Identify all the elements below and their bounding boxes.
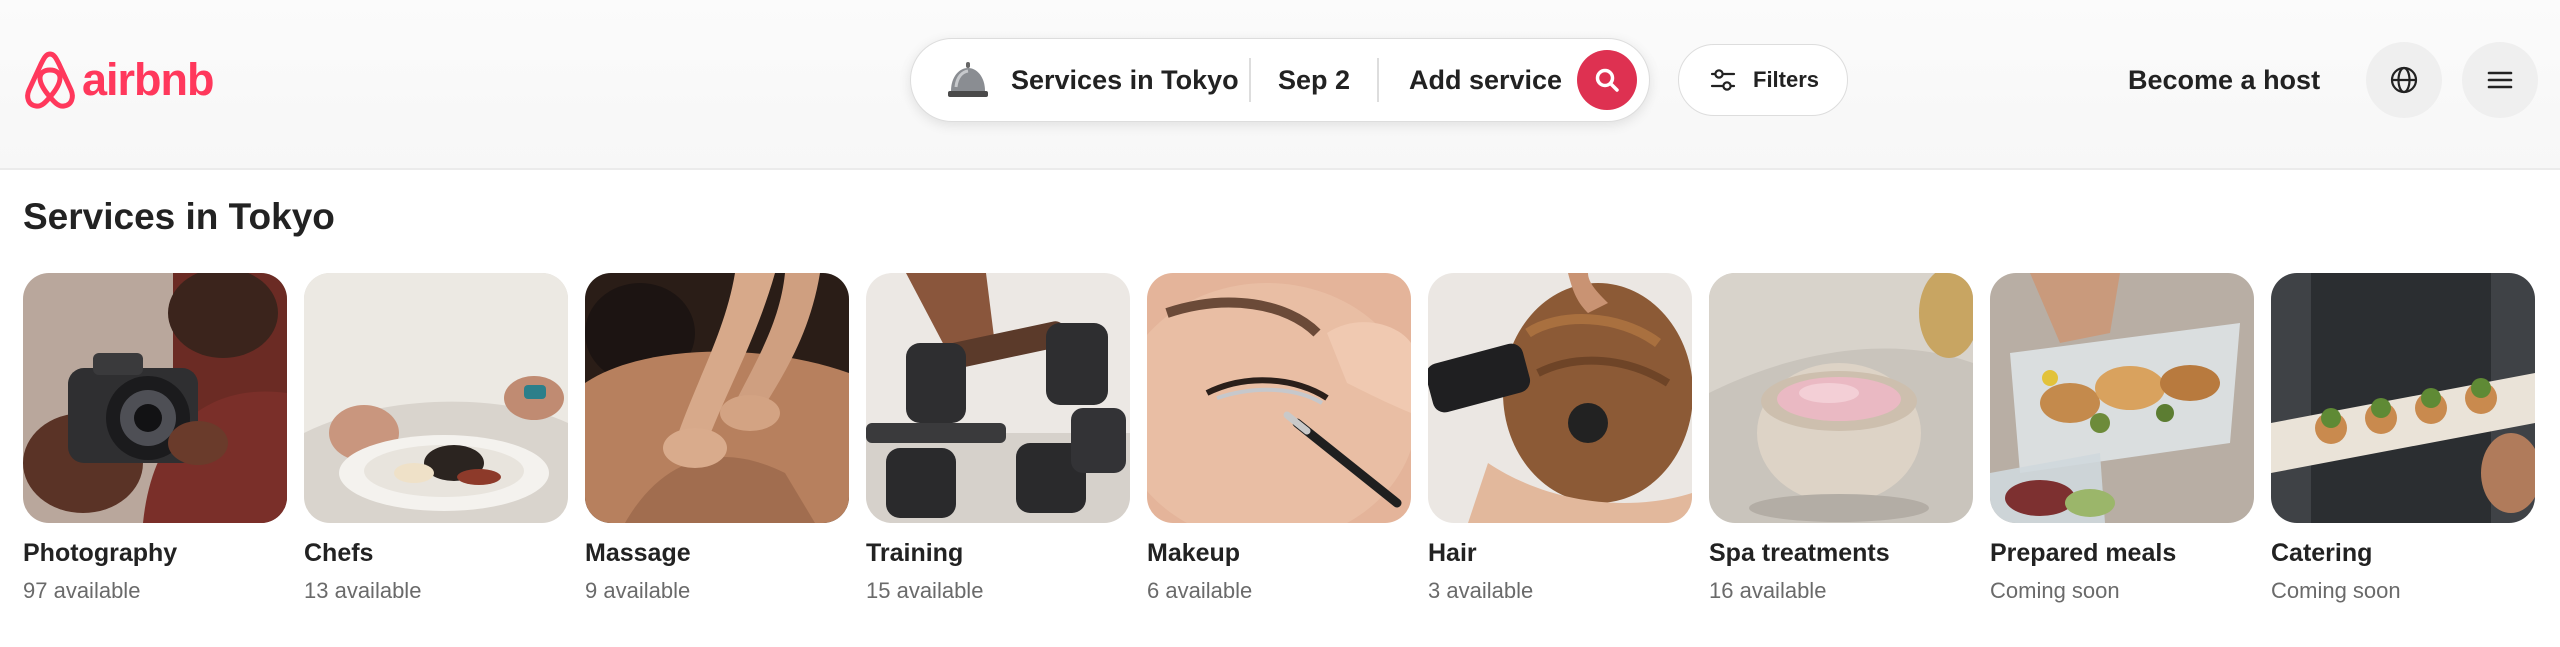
category-card-photography[interactable]: Photography 97 available	[23, 273, 287, 604]
search-icon	[1595, 68, 1619, 92]
airbnb-logo-icon	[25, 51, 75, 109]
category-name: Training	[866, 539, 964, 567]
category-card-makeup[interactable]: Makeup 6 available	[1147, 273, 1411, 604]
category-card-massage[interactable]: Massage 9 available	[585, 273, 849, 604]
category-card-hair[interactable]: Hair 3 available	[1428, 273, 1692, 604]
airbnb-logo[interactable]: airbnb	[22, 50, 215, 110]
category-card-training[interactable]: Training 15 available	[866, 273, 1130, 604]
category-name: Photography	[23, 539, 178, 567]
search-button[interactable]	[1577, 50, 1637, 110]
add-service-field[interactable]: Add service	[1379, 39, 1577, 121]
category-card-catering[interactable]: Catering Coming soon	[2271, 273, 2535, 604]
date-field[interactable]: Sep 2	[1251, 39, 1377, 121]
category-image	[1990, 273, 2254, 523]
main-menu-button[interactable]	[2462, 42, 2538, 118]
category-availability: 97 available	[23, 578, 141, 603]
page-title: Services in Tokyo	[23, 196, 335, 237]
service-bell-icon	[948, 62, 988, 97]
category-name: Hair	[1428, 539, 1477, 567]
category-image	[304, 273, 568, 523]
category-image	[1428, 273, 1692, 523]
service-category-list: Photography 97 available Chefs 13 availa…	[23, 273, 2543, 613]
language-button[interactable]	[2366, 42, 2442, 118]
category-image	[866, 273, 1130, 523]
globe-icon	[2390, 66, 2418, 94]
add-service-label: Add service	[1409, 64, 1563, 95]
category-name: Spa treatments	[1709, 539, 1890, 567]
category-image	[585, 273, 849, 523]
category-availability: 3 available	[1428, 578, 1534, 603]
category-availability: 13 available	[304, 578, 422, 603]
category-image	[1709, 273, 1973, 523]
service-location-field[interactable]: Services in Tokyo	[911, 39, 1249, 121]
category-name: Makeup	[1147, 539, 1241, 567]
category-name: Chefs	[304, 539, 374, 567]
top-header: airbnb Services in Tokyo Sep 2 Add servi…	[0, 0, 2560, 170]
category-image	[1147, 273, 1411, 523]
category-card-prepared-meals[interactable]: Prepared meals Coming soon	[1990, 273, 2254, 604]
date-label: Sep 2	[1277, 64, 1351, 95]
category-availability: Coming soon	[1990, 578, 2120, 603]
search-bar[interactable]: Services in Tokyo Sep 2 Add service	[910, 38, 1650, 122]
service-location-label: Services in Tokyo	[1011, 64, 1239, 95]
sliders-icon	[1710, 69, 1736, 91]
category-availability: 9 available	[585, 578, 691, 603]
category-card-spa-treatments[interactable]: Spa treatments 16 available	[1709, 273, 1973, 604]
category-image	[23, 273, 287, 523]
category-availability: Coming soon	[2271, 578, 2401, 603]
category-availability: 6 available	[1147, 578, 1253, 603]
category-name: Massage	[585, 539, 691, 567]
category-image	[2271, 273, 2535, 523]
hamburger-menu-icon	[2487, 71, 2513, 89]
become-host-link[interactable]: Become a host	[2128, 60, 2320, 100]
filters-button[interactable]: Filters	[1678, 44, 1848, 116]
category-availability: 16 available	[1709, 578, 1827, 603]
category-availability: 15 available	[866, 578, 984, 603]
category-card-chefs[interactable]: Chefs 13 available	[304, 273, 568, 604]
filters-label: Filters	[1753, 67, 1820, 92]
logo-wordmark: airbnb	[82, 54, 215, 105]
category-name: Prepared meals	[1990, 539, 2177, 567]
category-name: Catering	[2271, 539, 2373, 567]
